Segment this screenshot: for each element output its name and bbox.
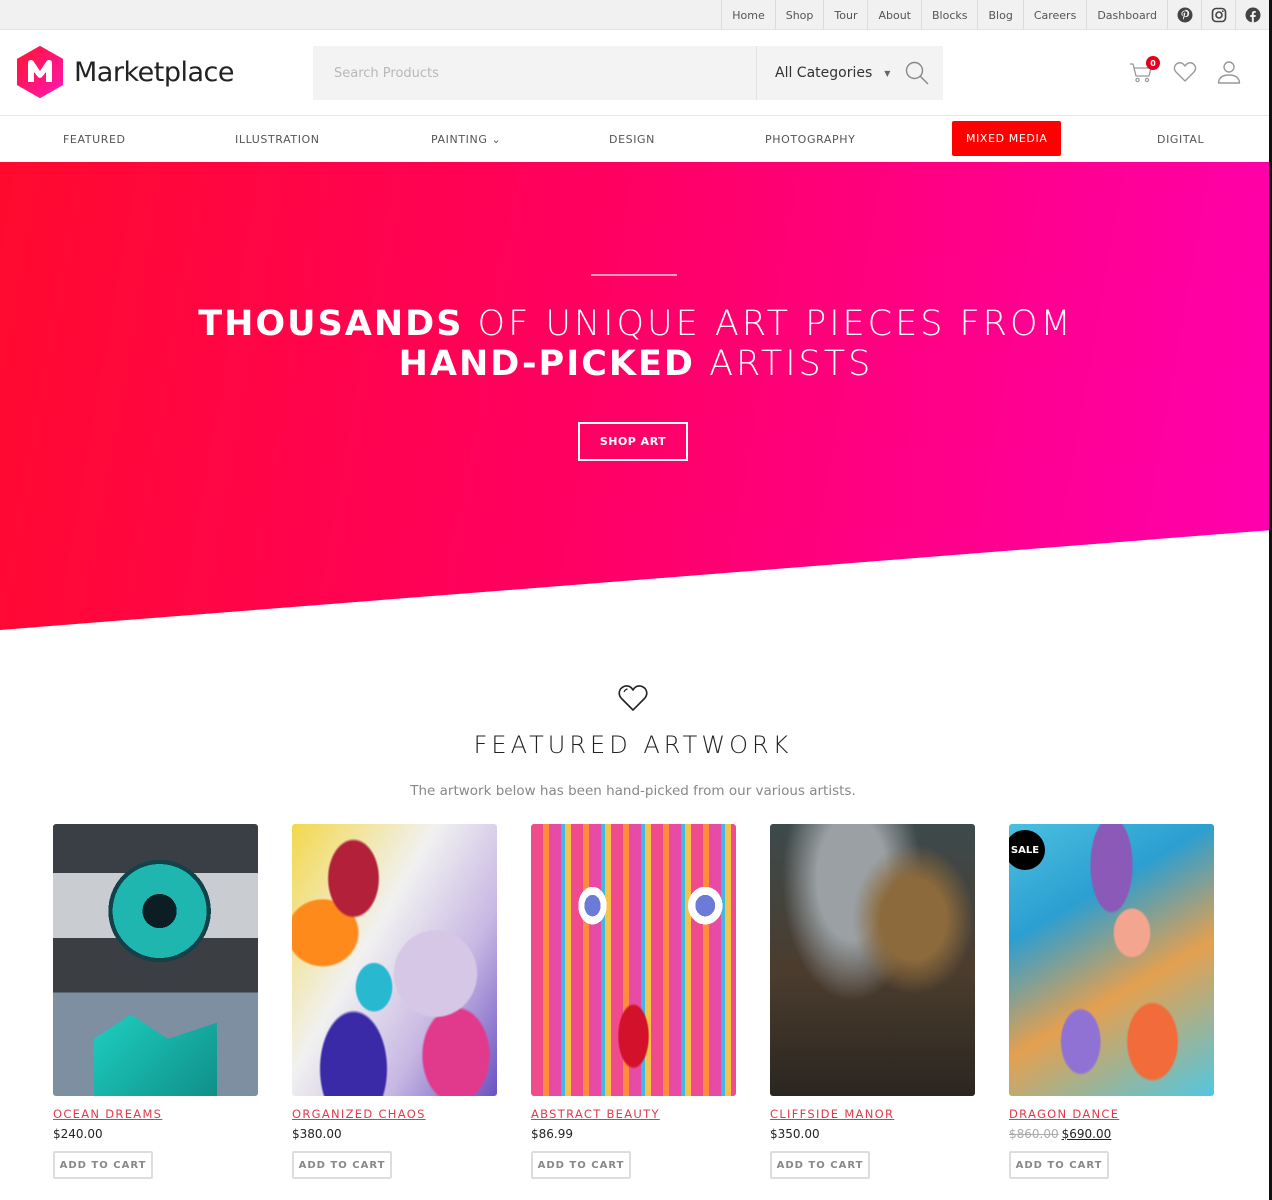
nav-item-featured[interactable]: Featured — [63, 133, 126, 146]
product-price: $350.00 — [770, 1127, 975, 1141]
user-icon — [1217, 61, 1241, 84]
price-value: $240.00 — [53, 1127, 103, 1141]
product-image[interactable] — [292, 824, 497, 1096]
search-button[interactable] — [891, 46, 943, 100]
add-to-cart-button[interactable]: ADD TO CART — [770, 1151, 870, 1179]
logo-text: Marketplace — [74, 56, 234, 88]
instagram-icon — [1211, 7, 1226, 23]
pinterest-link[interactable] — [1167, 0, 1201, 30]
hero-divider — [591, 274, 677, 276]
heart-icon — [618, 685, 648, 711]
search-input[interactable] — [313, 46, 756, 100]
hero-headline: THOUSANDS OF UNIQUE ART PIECES FROM HAND… — [0, 304, 1272, 384]
caret-down-icon: ▼ — [884, 68, 891, 78]
site-header: Marketplace All Categories ▼ 0 — [0, 30, 1272, 116]
nav-item-design[interactable]: Design — [609, 133, 655, 146]
nav-item-painting[interactable]: Painting ⌄ — [431, 133, 501, 146]
category-select[interactable]: All Categories ▼ — [756, 46, 891, 100]
product-card: Ocean Dreams $240.00 ADD TO CART — [53, 824, 258, 1179]
price-value: $86.99 — [531, 1127, 573, 1141]
topbar-link-shop[interactable]: Shop — [774, 0, 824, 30]
product-card: Cliffside Manor $350.00 ADD TO CART — [770, 824, 975, 1179]
category-nav: Featured Illustration Painting ⌄ Design … — [0, 116, 1272, 162]
topbar-link-careers[interactable]: Careers — [1022, 0, 1087, 30]
product-title[interactable]: Organized Chaos — [292, 1107, 426, 1121]
product-image[interactable] — [770, 824, 975, 1096]
product-title[interactable]: Ocean Dreams — [53, 1107, 162, 1121]
account-button[interactable] — [1216, 58, 1242, 86]
sale-badge: SALE — [1009, 830, 1045, 870]
product-price: $860.00 $690.00 — [1009, 1127, 1214, 1141]
topbar-link-about[interactable]: About — [867, 0, 921, 30]
product-card: SALE Dragon Dance $860.00 $690.00 ADD TO … — [1009, 824, 1214, 1179]
add-to-cart-button[interactable]: ADD TO CART — [1009, 1151, 1109, 1179]
topbar-link-blocks[interactable]: Blocks — [921, 0, 977, 30]
top-utility-bar: Home Shop Tour About Blocks Blog Careers… — [0, 0, 1272, 30]
marketplace-logo-icon — [17, 46, 63, 98]
featured-title: FEATURED ARTWORK — [473, 731, 793, 759]
product-price: $86.99 — [531, 1127, 736, 1141]
site-logo[interactable]: Marketplace — [16, 46, 234, 98]
topbar-link-dashboard[interactable]: Dashboard — [1086, 0, 1167, 30]
hero-line1-rest: OF UNIQUE ART PIECES FROM — [463, 304, 1074, 344]
topbar-link-blog[interactable]: Blog — [977, 0, 1022, 30]
product-image[interactable]: SALE — [1009, 824, 1214, 1096]
heart-icon — [1173, 62, 1197, 82]
product-price: $240.00 — [53, 1127, 258, 1141]
topbar-link-home[interactable]: Home — [721, 0, 774, 30]
price-value: $350.00 — [770, 1127, 820, 1141]
product-card: Organized Chaos $380.00 ADD TO CART — [292, 824, 497, 1179]
search-icon — [905, 61, 929, 85]
product-title[interactable]: Abstract Beauty — [531, 1107, 660, 1121]
nav-item-illustration[interactable]: Illustration — [235, 133, 320, 146]
original-price: $860.00 — [1009, 1127, 1059, 1141]
product-price: $380.00 — [292, 1127, 497, 1141]
header-actions: 0 — [1128, 56, 1242, 86]
hero-banner: THOUSANDS OF UNIQUE ART PIECES FROM HAND… — [0, 162, 1272, 630]
product-image[interactable] — [531, 824, 736, 1096]
product-title[interactable]: Dragon Dance — [1009, 1107, 1119, 1121]
add-to-cart-button[interactable]: ADD TO CART — [53, 1151, 153, 1179]
category-select-value: All Categories — [775, 65, 873, 81]
product-image[interactable] — [53, 824, 258, 1096]
featured-subtitle: The artwork below has been hand-picked f… — [410, 783, 856, 799]
cart-count-badge: 0 — [1146, 56, 1160, 70]
instagram-link[interactable] — [1201, 0, 1235, 30]
hero-line1-bold: THOUSANDS — [198, 304, 464, 344]
nav-item-photography[interactable]: Photography — [765, 133, 855, 146]
topbar-link-tour[interactable]: Tour — [823, 0, 867, 30]
nav-item-digital[interactable]: Digital — [1157, 133, 1204, 146]
cart-button[interactable]: 0 — [1128, 56, 1160, 86]
product-grid: Ocean Dreams $240.00 ADD TO CART Organiz… — [53, 824, 1214, 1179]
shop-art-button[interactable]: SHOP ART — [578, 422, 688, 461]
nav-item-mixed-media[interactable]: Mixed Media — [952, 121, 1062, 156]
price-value: $380.00 — [292, 1127, 342, 1141]
add-to-cart-button[interactable]: ADD TO CART — [292, 1151, 392, 1179]
product-title[interactable]: Cliffside Manor — [770, 1107, 894, 1121]
facebook-link[interactable] — [1235, 0, 1269, 30]
add-to-cart-button[interactable]: ADD TO CART — [531, 1151, 631, 1179]
product-card: Abstract Beauty $86.99 ADD TO CART — [531, 824, 736, 1179]
search-bar: All Categories ▼ — [313, 46, 943, 100]
hero-line2-rest: ARTISTS — [694, 344, 874, 384]
wishlist-button[interactable] — [1172, 58, 1198, 86]
pinterest-icon — [1177, 7, 1192, 23]
facebook-icon — [1245, 7, 1260, 23]
sale-price: $690.00 — [1061, 1127, 1112, 1141]
hero-line2-bold: HAND-PICKED — [398, 344, 695, 384]
